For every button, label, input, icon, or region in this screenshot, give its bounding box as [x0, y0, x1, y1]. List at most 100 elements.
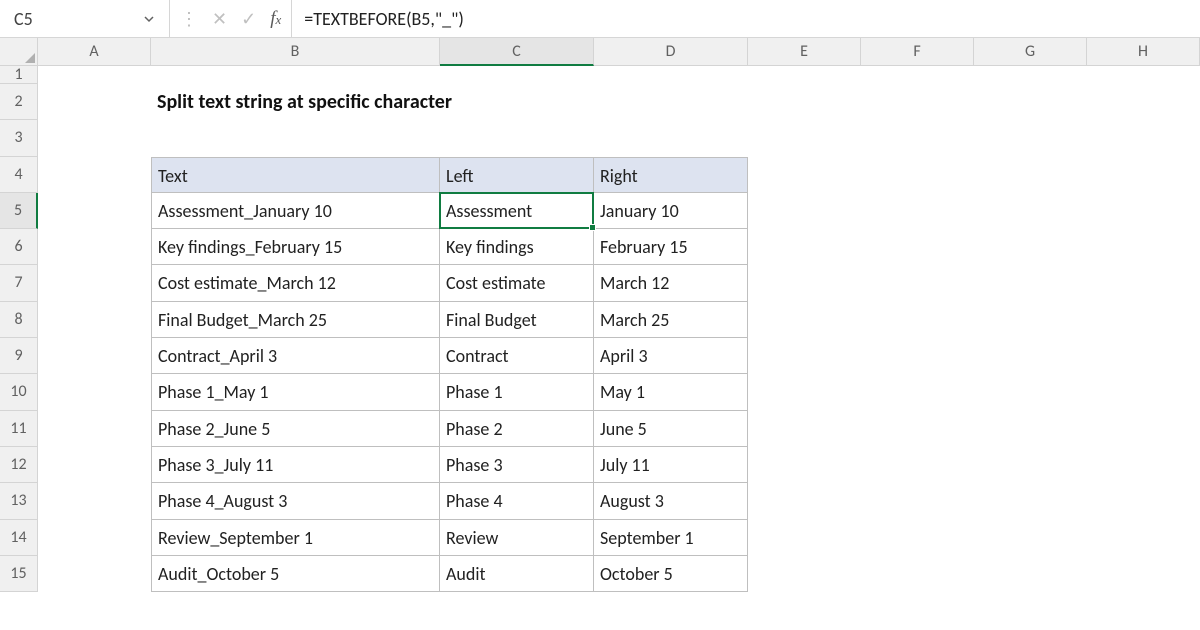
cell-C1[interactable] — [440, 66, 594, 84]
cell-A14[interactable] — [38, 520, 151, 556]
cell-E14[interactable] — [748, 520, 861, 556]
cell-H15[interactable] — [1087, 556, 1200, 592]
cell-E11[interactable] — [748, 411, 861, 447]
cell-H5[interactable] — [1087, 193, 1200, 229]
select-all-corner[interactable] — [0, 38, 38, 66]
cell-H3[interactable] — [1087, 120, 1200, 156]
cell-G10[interactable] — [974, 374, 1087, 410]
table-header-left[interactable]: Left — [440, 157, 594, 193]
cell-F3[interactable] — [861, 120, 974, 156]
cell-G14[interactable] — [974, 520, 1087, 556]
table-cell[interactable]: May 1 — [594, 374, 748, 410]
cell-G13[interactable] — [974, 483, 1087, 519]
table-cell[interactable]: Phase 2_June 5 — [151, 411, 440, 447]
cell-H10[interactable] — [1087, 374, 1200, 410]
cell-A10[interactable] — [38, 374, 151, 410]
cell-A4[interactable] — [38, 157, 151, 193]
cell-G2[interactable] — [974, 84, 1087, 120]
cell-F11[interactable] — [861, 411, 974, 447]
cell-F10[interactable] — [861, 374, 974, 410]
cell-F12[interactable] — [861, 447, 974, 483]
cell-D3[interactable] — [594, 120, 748, 156]
row-header-1[interactable]: 1 — [0, 66, 38, 84]
cell-E15[interactable] — [748, 556, 861, 592]
col-header-H[interactable]: H — [1087, 38, 1200, 66]
table-cell[interactable]: August 3 — [594, 483, 748, 519]
table-cell[interactable]: Phase 1_May 1 — [151, 374, 440, 410]
table-cell[interactable]: Phase 1 — [440, 374, 594, 410]
cell-H1[interactable] — [1087, 66, 1200, 84]
cell-A8[interactable] — [38, 302, 151, 338]
row-header-2[interactable]: 2 — [0, 84, 38, 120]
row-header-4[interactable]: 4 — [0, 157, 38, 193]
cell-H12[interactable] — [1087, 447, 1200, 483]
cell-G9[interactable] — [974, 338, 1087, 374]
cell-E4[interactable] — [748, 157, 861, 193]
row-header-11[interactable]: 11 — [0, 411, 38, 447]
table-header-text[interactable]: Text — [151, 157, 440, 193]
cell-D2[interactable] — [594, 84, 748, 120]
table-cell[interactable]: Key findings — [440, 229, 594, 265]
cell-G1[interactable] — [974, 66, 1087, 84]
table-cell[interactable]: Audit_October 5 — [151, 556, 440, 592]
formula-input[interactable]: =TEXTBEFORE(B5,"_") — [292, 0, 1200, 37]
table-cell[interactable]: Phase 3_July 11 — [151, 447, 440, 483]
row-header-9[interactable]: 9 — [0, 338, 38, 374]
cell-B3[interactable] — [151, 120, 440, 156]
col-header-D[interactable]: D — [594, 38, 748, 66]
table-header-right[interactable]: Right — [594, 157, 748, 193]
cell-F14[interactable] — [861, 520, 974, 556]
cell-G12[interactable] — [974, 447, 1087, 483]
cell-G3[interactable] — [974, 120, 1087, 156]
name-box[interactable]: C5 — [0, 0, 170, 37]
cell-A6[interactable] — [38, 229, 151, 265]
cell-E5[interactable] — [748, 193, 861, 229]
cell-F5[interactable] — [861, 193, 974, 229]
col-header-B[interactable]: B — [151, 38, 440, 66]
table-cell[interactable]: Assessment_January 10 — [151, 193, 440, 229]
cell-A12[interactable] — [38, 447, 151, 483]
cell-B1[interactable] — [151, 66, 440, 84]
cell-G7[interactable] — [974, 265, 1087, 301]
row-header-10[interactable]: 10 — [0, 374, 38, 410]
table-cell[interactable]: Review — [440, 520, 594, 556]
row-header-3[interactable]: 3 — [0, 120, 38, 156]
cell-A5[interactable] — [38, 193, 151, 229]
cell-H7[interactable] — [1087, 265, 1200, 301]
cell-F15[interactable] — [861, 556, 974, 592]
cell-G4[interactable] — [974, 157, 1087, 193]
chevron-down-icon[interactable] — [139, 13, 159, 25]
table-cell[interactable]: July 11 — [594, 447, 748, 483]
cell-G11[interactable] — [974, 411, 1087, 447]
cell-H6[interactable] — [1087, 229, 1200, 265]
row-header-8[interactable]: 8 — [0, 302, 38, 338]
table-cell[interactable]: Final Budget_March 25 — [151, 302, 440, 338]
table-cell[interactable]: June 5 — [594, 411, 748, 447]
cell-E8[interactable] — [748, 302, 861, 338]
cell-F9[interactable] — [861, 338, 974, 374]
spreadsheet-grid[interactable]: ABCDEFGH12Split text string at specific … — [0, 38, 1200, 592]
table-cell[interactable]: Contract_April 3 — [151, 338, 440, 374]
table-cell[interactable]: Key findings_February 15 — [151, 229, 440, 265]
cell-H9[interactable] — [1087, 338, 1200, 374]
table-cell[interactable]: March 12 — [594, 265, 748, 301]
row-header-12[interactable]: 12 — [0, 447, 38, 483]
table-cell[interactable]: October 5 — [594, 556, 748, 592]
cell-E12[interactable] — [748, 447, 861, 483]
cell-A2[interactable] — [38, 84, 151, 120]
cell-A3[interactable] — [38, 120, 151, 156]
cell-C2[interactable] — [440, 84, 594, 120]
cancel-icon[interactable]: ✕ — [212, 8, 227, 30]
cell-F4[interactable] — [861, 157, 974, 193]
cell-H8[interactable] — [1087, 302, 1200, 338]
row-header-13[interactable]: 13 — [0, 483, 38, 519]
cell-F1[interactable] — [861, 66, 974, 84]
cell-E3[interactable] — [748, 120, 861, 156]
table-cell[interactable]: September 1 — [594, 520, 748, 556]
row-header-6[interactable]: 6 — [0, 229, 38, 265]
col-header-E[interactable]: E — [748, 38, 861, 66]
cell-H2[interactable] — [1087, 84, 1200, 120]
cell-G15[interactable] — [974, 556, 1087, 592]
cell-E10[interactable] — [748, 374, 861, 410]
row-header-15[interactable]: 15 — [0, 556, 38, 592]
